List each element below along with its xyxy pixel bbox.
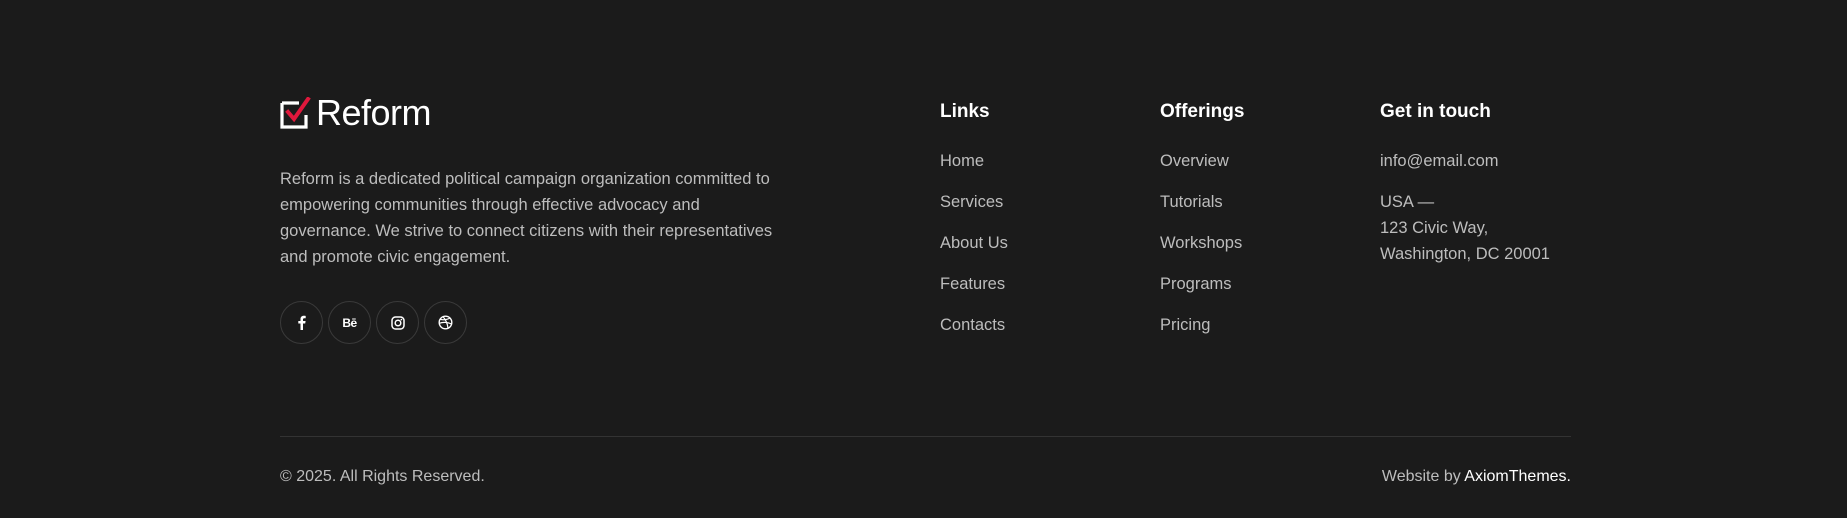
link-overview[interactable]: Overview bbox=[1160, 151, 1244, 171]
behance-icon: Bē bbox=[342, 315, 357, 330]
contact-email-link[interactable]: info@email.com bbox=[1380, 151, 1550, 171]
link-services[interactable]: Services bbox=[940, 192, 1008, 212]
brand-description: Reform is a dedicated political campaign… bbox=[280, 170, 773, 266]
link-about-us[interactable]: About Us bbox=[940, 233, 1008, 253]
social-links: Bē bbox=[280, 301, 467, 344]
credit-prefix: Website by bbox=[1381, 468, 1465, 485]
site-footer: Reform Reform is a dedicated political c… bbox=[280, 0, 1571, 518]
links-column: Links Home Services About Us Features Co… bbox=[940, 100, 1008, 356]
brand-logo[interactable]: Reform bbox=[280, 92, 432, 133]
instagram-button[interactable] bbox=[376, 301, 419, 344]
link-programs[interactable]: Programs bbox=[1160, 274, 1244, 294]
link-contacts[interactable]: Contacts bbox=[940, 315, 1008, 335]
instagram-icon bbox=[390, 315, 405, 330]
checkbox-logo-icon bbox=[280, 96, 312, 129]
link-home[interactable]: Home bbox=[940, 151, 1008, 171]
footer-divider bbox=[280, 436, 1571, 437]
facebook-icon bbox=[297, 315, 306, 330]
copyright-text: © 2025. All Rights Reserved. bbox=[280, 468, 485, 485]
link-tutorials[interactable]: Tutorials bbox=[1160, 192, 1244, 212]
brand-name: Reform bbox=[316, 92, 432, 133]
link-workshops[interactable]: Workshops bbox=[1160, 233, 1244, 253]
links-heading: Links bbox=[940, 101, 990, 122]
contact-column: Get in touch info@email.com USA — 123 Ci… bbox=[1380, 100, 1550, 267]
facebook-button[interactable] bbox=[280, 301, 323, 344]
address-street: 123 Civic Way, bbox=[1380, 219, 1489, 237]
offerings-heading: Offerings bbox=[1160, 101, 1245, 122]
address-city: Washington, DC 20001 bbox=[1380, 245, 1550, 263]
link-features[interactable]: Features bbox=[940, 274, 1008, 294]
offerings-column: Offerings Overview Tutorials Workshops P… bbox=[1160, 100, 1244, 356]
address-country: USA — bbox=[1380, 193, 1435, 211]
contact-heading: Get in touch bbox=[1380, 101, 1491, 122]
link-pricing[interactable]: Pricing bbox=[1160, 315, 1244, 335]
site-credit: Website by AxiomThemes. bbox=[1382, 467, 1571, 487]
contact-address: USA — 123 Civic Way, Washington, DC 2000… bbox=[1380, 189, 1550, 267]
behance-button[interactable]: Bē bbox=[328, 301, 371, 344]
credit-link[interactable]: AxiomThemes. bbox=[1464, 468, 1571, 485]
dribbble-button[interactable] bbox=[424, 301, 467, 344]
dribbble-icon bbox=[438, 315, 453, 330]
